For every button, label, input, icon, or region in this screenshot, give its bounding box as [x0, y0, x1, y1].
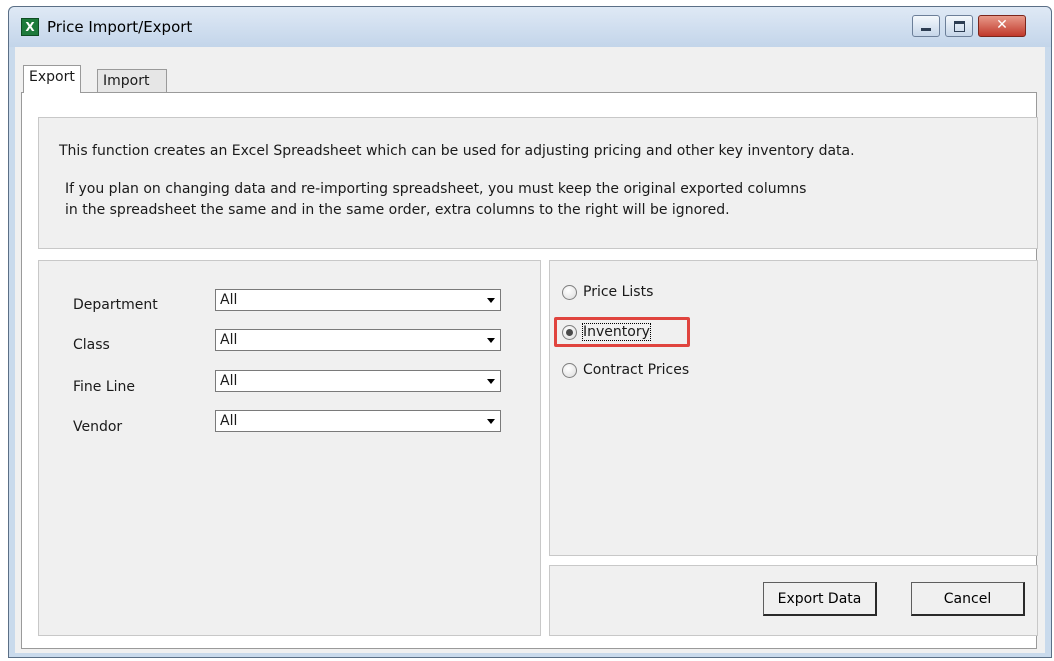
contract-prices-label[interactable]: Contract Prices — [583, 362, 689, 378]
filter-panel: Department All Class All Fine Line All V… — [38, 260, 541, 636]
radio-button-selected-icon[interactable] — [562, 325, 577, 340]
tab-export[interactable]: Export — [23, 65, 81, 93]
vendor-dropdown[interactable]: All — [215, 410, 501, 432]
class-value: All — [220, 332, 238, 348]
close-icon: ✕ — [996, 17, 1008, 33]
excel-icon: X — [21, 18, 39, 36]
chevron-down-icon[interactable] — [483, 372, 499, 390]
department-dropdown[interactable]: All — [215, 289, 501, 311]
button-panel: Export Data Cancel — [549, 565, 1038, 636]
info-panel: This function creates an Excel Spreadshe… — [38, 117, 1038, 249]
vendor-value: All — [220, 413, 238, 429]
window-client-area: Export Import This function creates an E… — [15, 47, 1045, 653]
department-label: Department — [73, 297, 158, 313]
cancel-button[interactable]: Cancel — [911, 582, 1025, 616]
chevron-down-icon[interactable] — [483, 412, 499, 430]
radio-button-icon[interactable] — [562, 363, 577, 378]
vendor-label: Vendor — [73, 419, 123, 435]
department-value: All — [220, 292, 238, 308]
price-lists-label[interactable]: Price Lists — [583, 284, 653, 300]
inventory-label[interactable]: Inventory — [582, 323, 651, 341]
tab-import[interactable]: Import — [97, 69, 167, 93]
minimize-button[interactable] — [912, 15, 940, 37]
fine-line-value: All — [220, 373, 238, 389]
info-text-line-3: in the spreadsheet the same and in the s… — [65, 202, 730, 218]
export-tab-panel: This function creates an Excel Spreadshe… — [21, 92, 1038, 649]
class-dropdown[interactable]: All — [215, 329, 501, 351]
window-title: Price Import/Export — [47, 18, 193, 36]
fine-line-label: Fine Line — [73, 379, 136, 395]
chevron-down-icon[interactable] — [483, 291, 499, 309]
maximize-button[interactable] — [945, 15, 973, 37]
price-import-export-window: X Price Import/Export ✕ Export Import Th… — [8, 6, 1052, 658]
class-label: Class — [73, 337, 110, 353]
radio-button-icon[interactable] — [562, 285, 577, 300]
info-text-line-2: If you plan on changing data and re-impo… — [65, 181, 807, 197]
title-bar[interactable]: X Price Import/Export ✕ — [9, 7, 1051, 47]
export-data-button[interactable]: Export Data — [763, 582, 877, 616]
export-type-panel: Price Lists Inventory Contract Prices — [549, 260, 1038, 556]
fine-line-dropdown[interactable]: All — [215, 370, 501, 392]
chevron-down-icon[interactable] — [483, 331, 499, 349]
info-text-line-1: This function creates an Excel Spreadshe… — [59, 143, 855, 159]
close-button[interactable]: ✕ — [978, 15, 1026, 37]
